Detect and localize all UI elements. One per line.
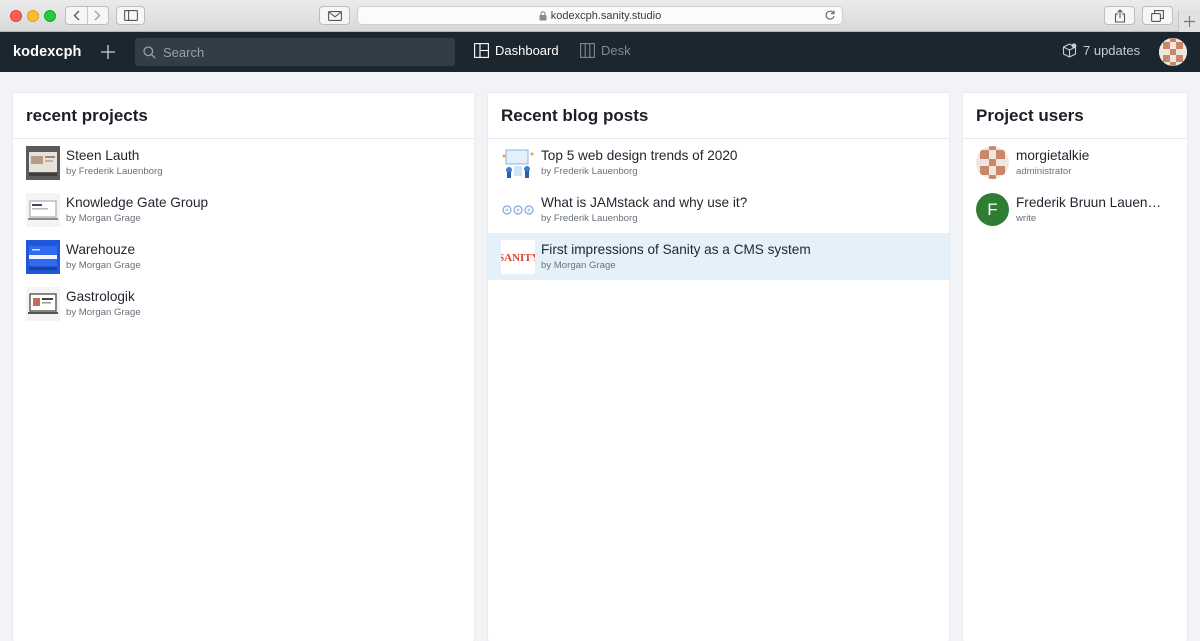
tabs-icon (1151, 9, 1164, 22)
project-thumbnail (26, 286, 60, 321)
package-icon (1062, 43, 1077, 58)
close-window-button[interactable] (10, 10, 22, 22)
zoom-window-button[interactable] (44, 10, 56, 22)
user-role: administrator (1016, 165, 1072, 177)
user-avatar[interactable] (1159, 38, 1187, 66)
identicon-avatar (976, 146, 1009, 179)
reload-icon[interactable] (824, 9, 836, 21)
share-mail-button[interactable] (319, 6, 350, 25)
tool-dashboard-label: Dashboard (495, 43, 559, 58)
share-icon (1114, 8, 1125, 23)
user-role: write (1016, 212, 1037, 224)
sanity-logo-text: SANITY (501, 252, 535, 264)
panel-title: Recent blog posts (501, 105, 649, 125)
identicon-avatar (1159, 38, 1187, 66)
project-thumbnail (26, 192, 60, 227)
user-avatar: F (976, 193, 1009, 226)
avatar-initial: F (987, 199, 998, 219)
project-thumbnail (26, 239, 60, 274)
sidebar-toggle-button[interactable] (116, 6, 145, 25)
project-author: by Morgan Grage (66, 259, 141, 271)
post-author: by Morgan Grage (541, 259, 616, 271)
panel-header: Recent blog posts (488, 93, 949, 139)
post-title: Top 5 web design trends of 2020 (541, 147, 738, 163)
panel-title: recent projects (26, 105, 148, 125)
project-users-panel: Project users morgietalkie administrator… (963, 93, 1187, 641)
list-item[interactable]: What is JAMstack and why use it? by Fred… (488, 186, 949, 233)
brand-link[interactable]: kodexcph (13, 44, 82, 60)
project-title: Steen Lauth (66, 147, 140, 163)
project-title: Gastrologik (66, 288, 135, 304)
user-name: morgietalkie (1016, 147, 1090, 163)
forward-button[interactable] (88, 7, 109, 24)
list-item-selected[interactable]: SANITY First impressions of Sanity as a … (488, 233, 949, 280)
search-icon (143, 45, 156, 59)
recent-blog-posts-panel: Recent blog posts Top 5 web design trend… (488, 93, 949, 641)
project-thumbnail (26, 145, 60, 180)
updates-label: 7 updates (1083, 43, 1141, 58)
chevron-left-icon (73, 10, 80, 21)
updates-button[interactable]: 7 updates (1062, 43, 1140, 58)
post-title: First impressions of Sanity as a CMS sys… (541, 241, 811, 257)
studio-navbar: kodexcph Dashboard Desk 7 updates (0, 32, 1200, 72)
plus-icon (101, 45, 115, 59)
tab-overview-button[interactable] (1142, 6, 1173, 25)
chevron-right-icon (94, 10, 101, 21)
url-text: kodexcph.sanity.studio (550, 9, 662, 22)
post-thumbnail: SANITY (501, 239, 535, 274)
share-button[interactable] (1104, 6, 1135, 25)
panel-title: Project users (976, 105, 1084, 125)
tool-desk-label: Desk (601, 43, 631, 58)
sidebar-icon (123, 10, 138, 21)
list-item[interactable]: F Frederik Bruun Lauenborg write (963, 186, 1187, 233)
tool-desk[interactable]: Desk (580, 43, 631, 58)
project-author: by Morgan Grage (66, 212, 141, 224)
list-item[interactable]: Knowledge Gate Group by Morgan Grage (13, 186, 474, 233)
list-item[interactable]: morgietalkie administrator (963, 139, 1187, 186)
post-author: by Frederik Lauenborg (541, 165, 638, 177)
search-input[interactable] (163, 44, 433, 60)
search-box[interactable] (135, 38, 455, 66)
blog-post-list: Top 5 web design trends of 2020 by Frede… (488, 139, 949, 280)
user-name: Frederik Bruun Lauenborg (1016, 194, 1168, 210)
list-item[interactable]: Gastrologik by Morgan Grage (13, 280, 474, 327)
plus-icon (1184, 15, 1195, 27)
project-list: Steen Lauth by Frederik Lauenborg Knowle… (13, 139, 474, 327)
post-thumbnail (501, 145, 535, 180)
project-author: by Frederik Lauenborg (66, 165, 163, 177)
list-item[interactable]: Steen Lauth by Frederik Lauenborg (13, 139, 474, 186)
post-author: by Frederik Lauenborg (541, 212, 638, 224)
browser-toolbar: kodexcph.sanity.studio (0, 0, 1200, 32)
panel-header: recent projects (13, 93, 474, 139)
desk-icon (580, 43, 595, 58)
list-item[interactable]: Warehouze by Morgan Grage (13, 233, 474, 280)
new-tab-button[interactable] (1178, 10, 1200, 32)
address-bar[interactable]: kodexcph.sanity.studio (357, 6, 843, 25)
envelope-icon (327, 10, 342, 21)
minimize-window-button[interactable] (27, 10, 39, 22)
user-avatar (976, 146, 1009, 179)
dashboard-icon (474, 43, 489, 58)
user-list: morgietalkie administrator F Frederik Br… (963, 139, 1187, 233)
recent-projects-panel: recent projects Steen Lauth by Frederik … (13, 93, 474, 641)
lock-icon (539, 10, 547, 20)
post-title: What is JAMstack and why use it? (541, 194, 748, 210)
back-button[interactable] (66, 7, 88, 24)
create-document-button[interactable] (98, 42, 118, 62)
panel-header: Project users (963, 93, 1187, 139)
project-title: Knowledge Gate Group (66, 194, 209, 210)
history-nav (65, 6, 109, 25)
project-title: Warehouze (66, 241, 136, 257)
tool-dashboard[interactable]: Dashboard (474, 43, 559, 58)
project-author: by Morgan Grage (66, 306, 141, 318)
post-thumbnail (501, 192, 535, 227)
list-item[interactable]: Top 5 web design trends of 2020 by Frede… (488, 139, 949, 186)
